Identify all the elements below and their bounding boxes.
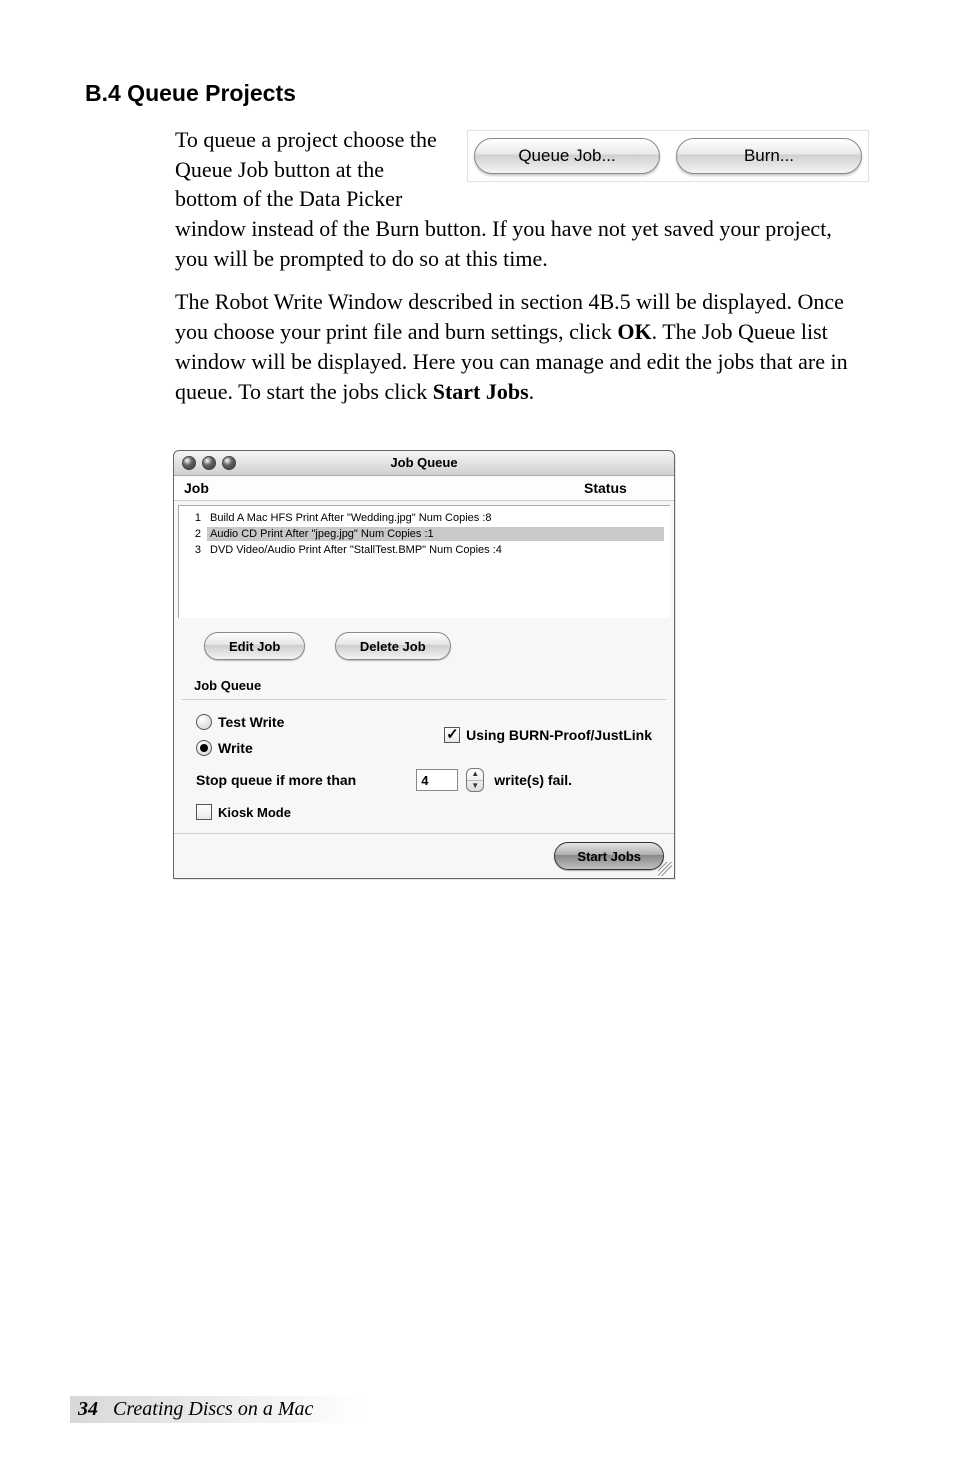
inline-button-row: Queue Job... Burn...: [467, 130, 869, 182]
row-num: 2: [185, 528, 201, 540]
table-row[interactable]: 3 DVD Video/Audio Print After "StallTest…: [185, 542, 664, 558]
burn-button[interactable]: Burn...: [676, 138, 862, 174]
row-num: 1: [185, 512, 201, 524]
row-text: Build A Mac HFS Print After "Wedding.jpg…: [207, 511, 664, 525]
write-radio[interactable]: Write: [196, 740, 284, 756]
col-job-header: Job: [184, 480, 584, 496]
row-text: DVD Video/Audio Print After "StallTest.B…: [207, 543, 664, 557]
page-footer: 34 Creating Discs on a Mac: [70, 1396, 363, 1423]
stop-count-input[interactable]: 4: [416, 769, 458, 791]
burnproof-checkbox[interactable]: Using BURN-Proof/JustLink: [444, 727, 652, 743]
window-title: Job Queue: [174, 451, 674, 475]
kiosk-mode-checkbox[interactable]: Kiosk Mode: [196, 804, 291, 820]
paragraph-2c: .: [529, 379, 535, 404]
stop-suffix-label: write(s) fail.: [494, 772, 572, 788]
row-num: 3: [185, 544, 201, 556]
delete-job-button[interactable]: Delete Job: [335, 632, 451, 660]
chevron-up-icon: ▲: [467, 769, 483, 781]
ok-bold: OK: [617, 319, 651, 344]
burnproof-label: Using BURN-Proof/JustLink: [466, 727, 652, 743]
section-heading: B.4 Queue Projects: [85, 80, 869, 107]
job-list: 1 Build A Mac HFS Print After "Wedding.j…: [178, 505, 670, 618]
list-header: Job Status: [174, 476, 674, 501]
titlebar[interactable]: Job Queue: [174, 451, 674, 476]
paragraph-2: The Robot Write Window described in sect…: [175, 287, 869, 406]
row-text: Audio CD Print After "jpeg.jpg" Num Copi…: [207, 527, 664, 541]
traffic-lights: [182, 456, 236, 470]
radio-icon: [196, 714, 212, 730]
job-queue-section-label: Job Queue: [194, 678, 674, 693]
col-status-header: Status: [584, 480, 664, 496]
test-write-label: Test Write: [218, 714, 284, 730]
options-panel: Test Write Write Using BURN-Proof/JustLi…: [182, 699, 666, 833]
stop-count-stepper[interactable]: ▲ ▼: [466, 768, 484, 792]
checkbox-icon: [444, 727, 460, 743]
chapter-title: Creating Discs on a Mac: [113, 1398, 313, 1420]
write-label: Write: [218, 740, 253, 756]
table-row[interactable]: 2 Audio CD Print After "jpeg.jpg" Num Co…: [185, 526, 664, 542]
job-queue-window: Job Queue Job Status 1 Build A Mac HFS P…: [173, 450, 675, 879]
stop-prefix-label: Stop queue if more than: [196, 772, 356, 788]
resize-grip-icon[interactable]: [658, 862, 672, 876]
chevron-down-icon: ▼: [467, 781, 483, 792]
paragraph-1a: To queue a project choose the Queue Job …: [175, 127, 512, 241]
edit-job-button[interactable]: Edit Job: [204, 632, 305, 660]
queue-job-button[interactable]: Queue Job...: [474, 138, 660, 174]
page-number: 34: [78, 1398, 98, 1420]
table-row[interactable]: 1 Build A Mac HFS Print After "Wedding.j…: [185, 510, 664, 526]
test-write-radio[interactable]: Test Write: [196, 714, 284, 730]
start-jobs-bold: Start Jobs: [433, 379, 529, 404]
zoom-icon[interactable]: [222, 456, 236, 470]
checkbox-icon: [196, 804, 212, 820]
kiosk-label: Kiosk Mode: [218, 805, 291, 820]
close-icon[interactable]: [182, 456, 196, 470]
radio-icon: [196, 740, 212, 756]
start-jobs-button[interactable]: Start Jobs: [554, 842, 664, 870]
minimize-icon[interactable]: [202, 456, 216, 470]
